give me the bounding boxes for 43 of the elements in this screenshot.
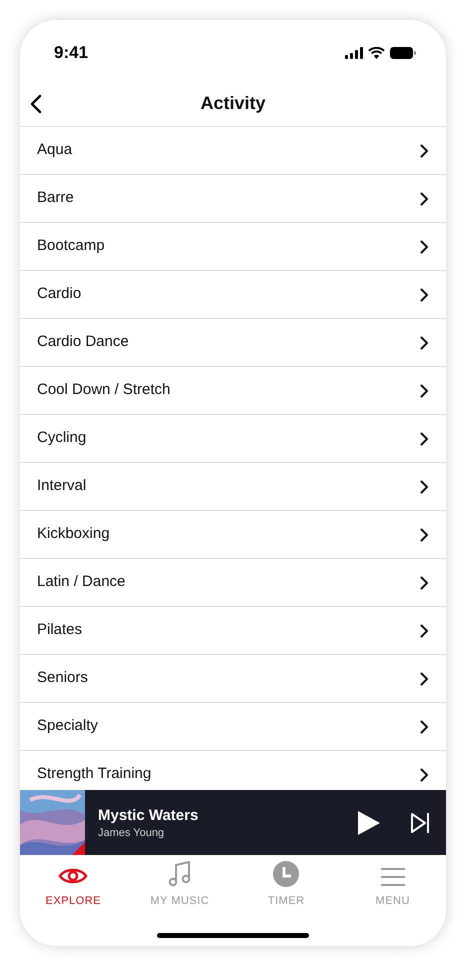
page-title: Activity — [200, 92, 266, 115]
chevron-right-icon — [420, 528, 429, 542]
clock-icon — [273, 860, 300, 886]
chevron-right-icon — [420, 720, 429, 734]
activity-item[interactable]: Specialty — [20, 703, 446, 751]
activity-item[interactable]: Cardio — [20, 271, 446, 319]
chevron-right-icon — [420, 624, 429, 638]
battery-icon — [390, 47, 416, 59]
chevron-right-icon — [420, 672, 429, 686]
chevron-right-icon — [420, 240, 429, 254]
activity-item[interactable]: Bootcamp — [20, 223, 446, 271]
chevron-right-icon — [420, 384, 429, 398]
now-playing-bar[interactable]: Mystic Waters James Young — [20, 790, 446, 855]
chevron-right-icon — [420, 144, 429, 158]
chevron-right-icon — [420, 768, 429, 782]
back-button[interactable] — [28, 92, 44, 116]
activity-item[interactable]: Cool Down / Stretch — [20, 367, 446, 415]
chevron-right-icon — [420, 336, 429, 350]
status-time: 9:41 — [54, 42, 88, 64]
skip-next-icon — [410, 812, 430, 834]
menu-icon — [380, 866, 405, 886]
play-icon — [358, 810, 380, 834]
chevron-right-icon — [420, 480, 429, 494]
track-artist: James Young — [98, 826, 166, 840]
activity-item[interactable]: Barre — [20, 175, 446, 223]
signal-icon — [345, 47, 363, 59]
activity-item[interactable]: Kickboxing — [20, 511, 446, 559]
activity-item[interactable]: Latin / Dance — [20, 559, 446, 607]
chevron-right-icon — [420, 432, 429, 446]
back-icon — [30, 94, 42, 114]
tab-bar-item[interactable]: EXPLORE — [20, 855, 126, 915]
activity-item[interactable]: Pilates — [20, 607, 446, 655]
track-title: Mystic Waters — [98, 806, 200, 826]
chevron-right-icon — [420, 192, 429, 206]
activity-item[interactable]: Cycling — [20, 415, 446, 463]
wifi-icon — [368, 47, 385, 59]
activity-item[interactable]: Seniors — [20, 655, 446, 703]
chevron-right-icon — [420, 288, 429, 302]
activity-item[interactable]: Cardio Dance — [20, 319, 446, 367]
activity-item[interactable]: Interval — [20, 463, 446, 511]
activity-item[interactable]: Aqua — [20, 127, 446, 175]
chevron-right-icon — [420, 576, 429, 590]
music-note-icon — [168, 860, 192, 886]
